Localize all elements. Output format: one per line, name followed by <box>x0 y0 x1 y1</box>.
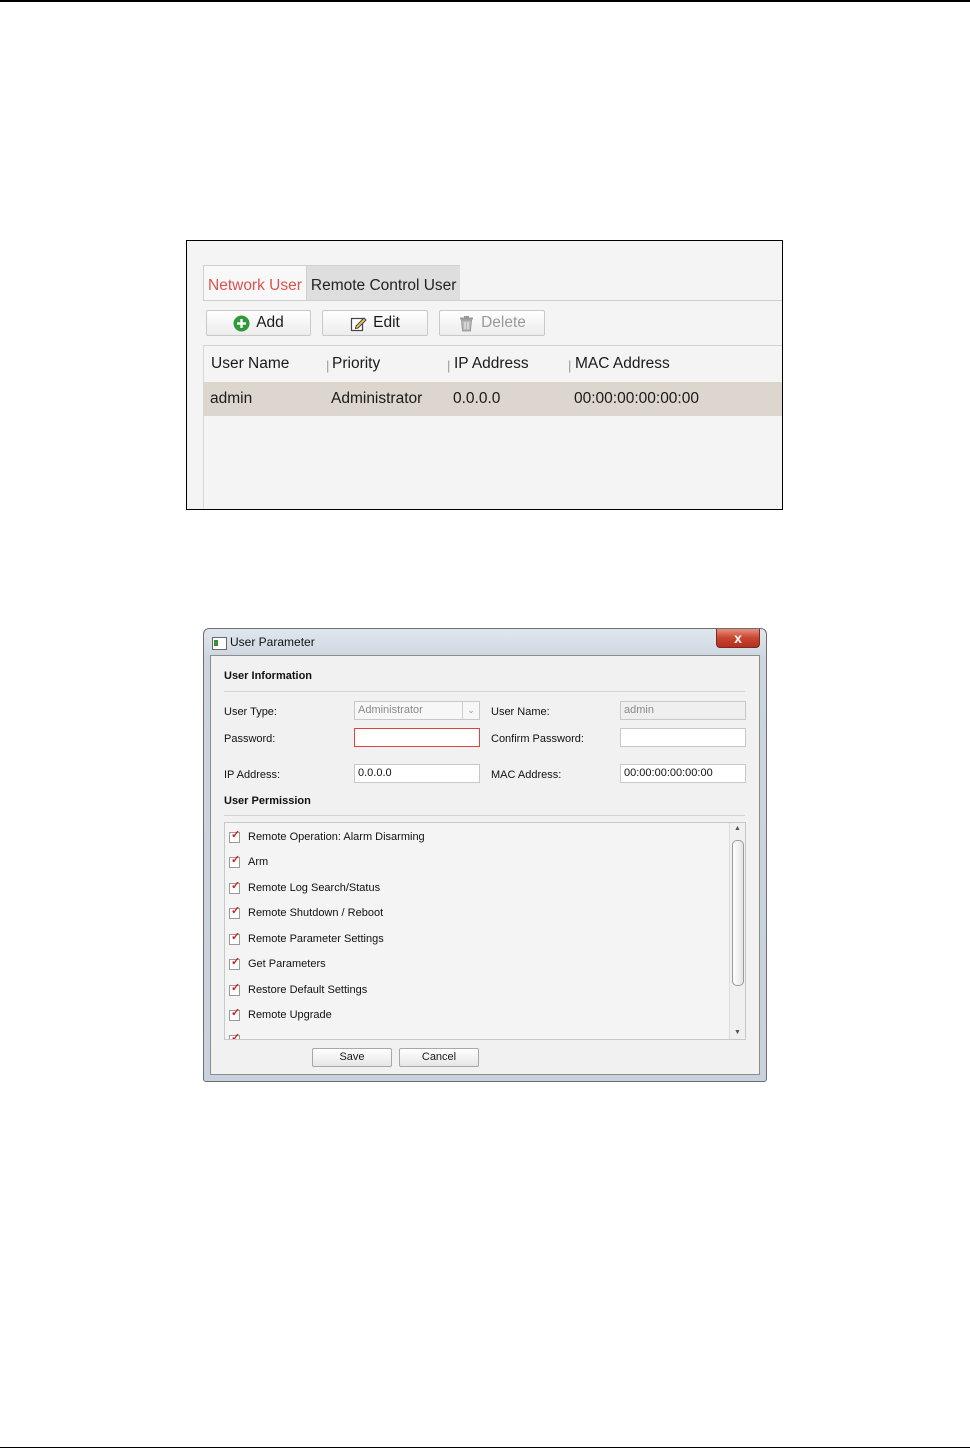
section-divider <box>224 815 745 816</box>
scroll-down-icon[interactable]: ▼ <box>730 1027 745 1039</box>
table-row[interactable]: admin Administrator 0.0.0.0 00:00:00:00:… <box>204 382 782 416</box>
tab-remote-control-user[interactable]: Remote Control User <box>306 265 461 300</box>
cancel-button[interactable]: Cancel <box>399 1048 479 1067</box>
user-type-label: User Type: <box>224 706 277 718</box>
user-name-field[interactable]: admin <box>620 701 746 720</box>
permission-item[interactable]: ✓ Remote Upgrade <box>229 1007 332 1023</box>
cell-ip-address: 0.0.0.0 <box>453 390 501 407</box>
permission-label: Remote Parameter Settings <box>248 933 384 945</box>
column-separator: | <box>326 358 330 373</box>
checkmark-icon: ✓ <box>231 904 241 917</box>
close-button[interactable]: x <box>716 629 760 648</box>
checkmark-icon: ✓ <box>231 1031 241 1040</box>
cell-mac-address: 00:00:00:00:00:00 <box>574 390 699 407</box>
confirm-password-field[interactable] <box>620 728 746 747</box>
permission-item[interactable]: ✓ Remote Parameter Settings <box>229 931 384 947</box>
scroll-up-icon[interactable]: ▲ <box>730 823 745 835</box>
tab-divider <box>203 300 782 301</box>
user-type-select[interactable]: Administrator ⌄ <box>354 701 480 720</box>
column-header-ip-address[interactable]: IP Address <box>454 355 529 373</box>
delete-user-button[interactable]: Delete <box>439 310 545 336</box>
user-information-heading: User Information <box>224 670 313 682</box>
permission-item-partial[interactable]: ✓ <box>229 1031 248 1040</box>
user-type-value: Administrator <box>358 704 423 716</box>
ip-address-field[interactable]: 0.0.0.0 <box>354 764 480 783</box>
column-separator: | <box>568 358 572 373</box>
checkbox[interactable]: ✓ <box>229 1006 241 1021</box>
app-window-icon <box>212 637 227 650</box>
user-permission-heading: User Permission <box>224 795 311 807</box>
column-header-user-name[interactable]: User Name <box>211 355 289 373</box>
checkmark-icon: ✓ <box>231 828 241 841</box>
tab-network-user[interactable]: Network User <box>203 265 307 301</box>
cell-priority: Administrator <box>331 390 423 407</box>
password-field[interactable] <box>354 728 480 747</box>
chevron-down-icon: ⌄ <box>462 702 479 719</box>
edit-label: Edit <box>373 314 400 331</box>
checkmark-icon: ✓ <box>231 879 241 892</box>
checkmark-icon: ✓ <box>231 981 241 994</box>
mac-address-label: MAC Address: <box>491 769 562 781</box>
add-label: Add <box>256 314 284 331</box>
permission-item[interactable]: ✓ Get Parameters <box>229 956 326 972</box>
checkbox[interactable]: ✓ <box>229 828 241 843</box>
permission-label: Remote Upgrade <box>248 1009 332 1021</box>
confirm-password-label: Confirm Password: <box>491 733 584 745</box>
column-header-priority[interactable]: Priority <box>332 355 380 373</box>
permission-label: Remote Operation: Alarm Disarming <box>248 831 425 843</box>
scrollbar[interactable]: ▲ ▼ <box>729 823 745 1039</box>
checkbox[interactable]: ✓ <box>229 930 241 945</box>
dialog-title: User Parameter <box>230 635 315 649</box>
checkmark-icon: ✓ <box>231 853 241 866</box>
permission-label: Remote Shutdown / Reboot <box>248 907 384 919</box>
add-icon <box>233 315 250 331</box>
ip-address-label: IP Address: <box>224 769 281 781</box>
table-header: User Name | Priority | IP Address | MAC … <box>204 346 782 381</box>
checkbox[interactable]: ✓ <box>229 853 241 868</box>
edit-user-button[interactable]: Edit <box>322 310 428 336</box>
permission-item[interactable]: ✓ Arm <box>229 854 268 870</box>
user-parameter-dialog: User Parameter x User Information User T… <box>203 628 767 1082</box>
checkmark-icon: ✓ <box>231 930 241 943</box>
permission-label: Get Parameters <box>248 958 326 970</box>
user-management-panel: Network User Remote Control User Add Edi… <box>186 240 783 510</box>
close-icon: x <box>734 630 742 646</box>
user-table: User Name | Priority | IP Address | MAC … <box>203 346 782 509</box>
cell-user-name: admin <box>210 390 253 407</box>
password-label: Password: <box>224 733 276 745</box>
checkmark-icon: ✓ <box>231 955 241 968</box>
scroll-thumb[interactable] <box>732 840 744 986</box>
checkbox[interactable]: ✓ <box>229 904 241 919</box>
mac-address-field[interactable]: 00:00:00:00:00:00 <box>620 764 746 783</box>
checkbox[interactable]: ✓ <box>229 955 241 970</box>
permission-item[interactable]: ✓ Remote Operation: Alarm Disarming <box>229 829 425 845</box>
column-header-mac-address[interactable]: MAC Address <box>575 355 670 373</box>
permission-label: Arm <box>248 856 269 868</box>
permission-item[interactable]: ✓ Remote Shutdown / Reboot <box>229 905 383 921</box>
user-name-label: User Name: <box>491 706 550 718</box>
permission-label: Remote Log Search/Status <box>248 882 381 894</box>
page-bottom-rule <box>0 1447 970 1448</box>
section-divider <box>224 691 745 692</box>
edit-icon <box>351 316 367 331</box>
permission-label: Restore Default Settings <box>248 984 368 996</box>
column-separator: | <box>447 358 451 373</box>
delete-label: Delete <box>481 314 526 331</box>
permission-item[interactable]: ✓ Remote Log Search/Status <box>229 880 380 896</box>
trash-icon <box>460 315 474 331</box>
permission-list: ✓ Remote Operation: Alarm Disarming ✓ Ar… <box>224 822 746 1040</box>
checkbox[interactable]: ✓ <box>229 879 241 894</box>
checkbox[interactable]: ✓ <box>229 1031 241 1040</box>
add-user-button[interactable]: Add <box>206 310 311 336</box>
permission-item[interactable]: ✓ Restore Default Settings <box>229 982 367 998</box>
page-top-rule <box>0 0 970 2</box>
dialog-body: User Information User Type: Administrato… <box>210 655 760 1075</box>
save-button[interactable]: Save <box>312 1048 392 1067</box>
user-tabs: Network User Remote Control User <box>203 265 461 301</box>
checkmark-icon: ✓ <box>231 1006 241 1019</box>
checkbox[interactable]: ✓ <box>229 981 241 996</box>
